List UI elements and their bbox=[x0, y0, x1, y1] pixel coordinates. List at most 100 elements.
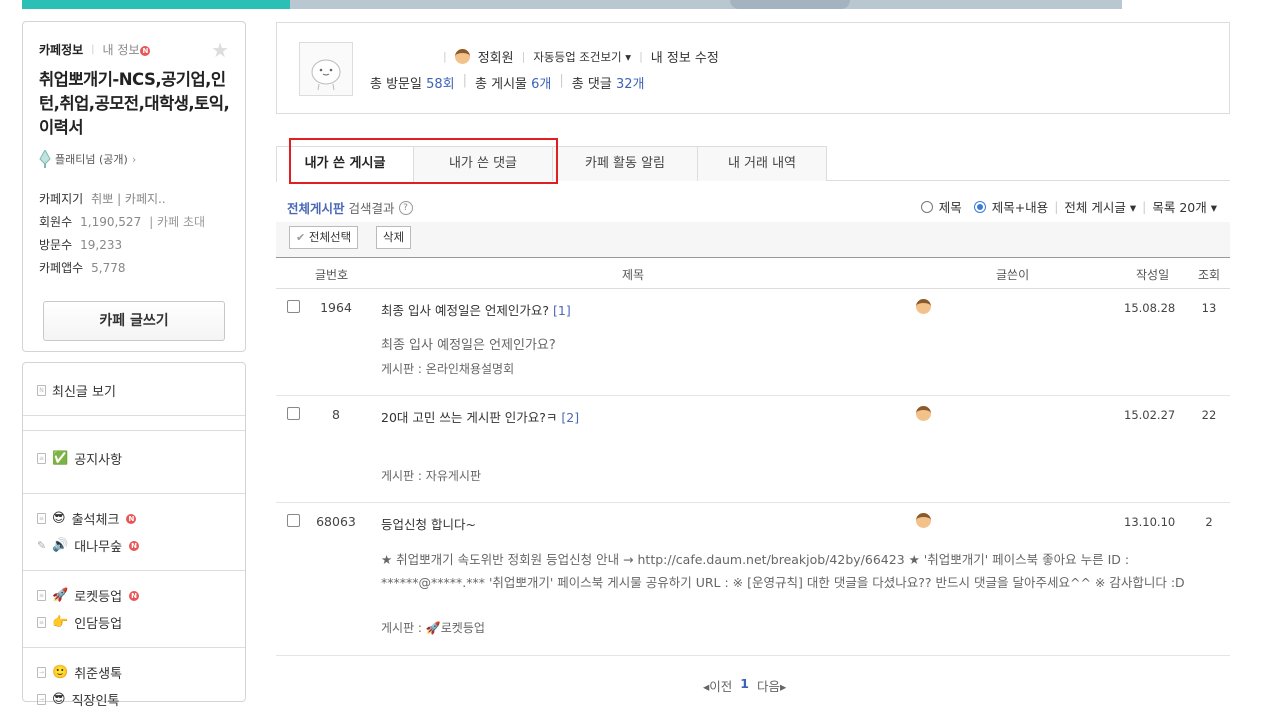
post-board[interactable]: 게시판 : 온라인채용설명회 bbox=[381, 360, 514, 377]
writer-icon[interactable] bbox=[916, 513, 931, 529]
check-icon: ✔ bbox=[296, 231, 306, 244]
stat-value: 19,233 bbox=[80, 238, 123, 252]
list-toolbar: ✔ 전체선택 삭제 bbox=[276, 222, 1230, 257]
cafe-write-button[interactable]: 카페 글쓰기 bbox=[43, 301, 225, 341]
menu-label: 출석체크 bbox=[71, 513, 120, 528]
delete-button[interactable]: 삭제 bbox=[376, 226, 412, 249]
select-all-button[interactable]: ✔ 전체선택 bbox=[289, 226, 359, 249]
default-avatar-icon bbox=[311, 59, 341, 91]
member-level-icon bbox=[916, 513, 931, 528]
cafe-grade-label: 플래티넘 (공개) bbox=[55, 153, 128, 166]
menu-item-notice[interactable]: ≡ ✅ 공지사항 bbox=[23, 445, 245, 472]
post-date: 13.10.10 bbox=[1124, 515, 1176, 529]
col-views: 조회 bbox=[1198, 268, 1221, 282]
table-header: 글번호 제목 글쓴이 작성일 조회 bbox=[276, 257, 1230, 289]
row-checkbox[interactable] bbox=[287, 407, 300, 420]
stat-label: 카페앱수 bbox=[39, 261, 84, 275]
menu-item-latest[interactable]: N 최신글 보기 bbox=[23, 365, 245, 415]
post-subject[interactable]: 등업신청 합니다~ bbox=[381, 514, 476, 533]
list-size-dropdown[interactable]: 목록 20개 ▾ bbox=[1152, 197, 1217, 216]
col-num: 글번호 bbox=[315, 268, 349, 282]
avatar bbox=[299, 42, 353, 96]
menu-label: 로켓등업 bbox=[74, 590, 123, 605]
new-badge: N bbox=[129, 540, 140, 551]
new-icon: N bbox=[37, 384, 46, 396]
menu-item-bamboo[interactable]: ✎ 🔊 대나무숲 N bbox=[23, 532, 245, 559]
menu-item-jobprep[interactable]: → 🙂 취준생톡 bbox=[23, 659, 245, 686]
radio-title[interactable] bbox=[920, 200, 933, 213]
stat-label: 카페지기 bbox=[39, 192, 84, 206]
row-checkbox[interactable] bbox=[287, 514, 300, 527]
stat-row-members: 회원수 1,190,527 | 카페 초대 bbox=[39, 211, 205, 234]
visits-value: 58회 bbox=[426, 77, 455, 92]
post-board[interactable]: 게시판 : 🚀로켓등업 bbox=[381, 619, 485, 636]
stat-value[interactable]: 취뽀 | 카페지.. bbox=[91, 188, 166, 211]
divider: | bbox=[559, 73, 564, 88]
menu-label: 최신글 보기 bbox=[52, 384, 116, 400]
post-preview[interactable]: ★ 취업뽀개기 속도위반 정회원 등업신청 안내 → http://cafe.d… bbox=[381, 548, 1221, 594]
member-level-icon bbox=[916, 299, 931, 314]
auto-levelup-link[interactable]: 자동등업 조건보기 ▾ bbox=[533, 49, 631, 65]
top-banner-left bbox=[22, 0, 290, 9]
all-posts-dropdown[interactable]: 전체 게시글 ▾ bbox=[1064, 197, 1136, 216]
table-row: 1964 최종 입사 예정일은 언제인가요? [1] 15.08.28 13 최… bbox=[276, 289, 1230, 396]
menu-item-rocket[interactable]: ≡ 🚀 로켓등업 N bbox=[23, 582, 245, 609]
favorite-star-icon[interactable]: ★ bbox=[211, 38, 229, 62]
new-badge: N bbox=[140, 46, 151, 56]
menu-label: 인담등업 bbox=[74, 617, 123, 632]
stat-row-owner: 카페지기 취뽀 | 카페지.. bbox=[39, 188, 205, 211]
post-preview[interactable]: 최종 입사 예정일은 언제인가요? bbox=[381, 334, 1221, 357]
tab-divider: | bbox=[91, 44, 95, 55]
post-subject[interactable]: 20대 고민 쓰는 게시판 인가요?ㅋ [2] bbox=[381, 407, 579, 426]
stat-row-app: 카페앱수 5,778 bbox=[39, 257, 205, 280]
smile-icon: 🙂 bbox=[52, 665, 69, 680]
tab-my-info[interactable]: 내 정보 N bbox=[103, 41, 151, 58]
tab-cafe-notifications[interactable]: 카페 활동 알림 bbox=[552, 146, 698, 181]
prev-page-link[interactable]: ◂이전 bbox=[703, 676, 732, 695]
cafe-invite-link[interactable]: | 카페 초대 bbox=[149, 211, 205, 234]
comments-label: 총 댓글 bbox=[571, 77, 612, 92]
profile-stats-line: 총 방문일 58회 | 총 게시물 6개 | 총 댓글 32개 bbox=[370, 73, 644, 92]
help-icon[interactable]: ? bbox=[398, 200, 413, 215]
menu-item-indam[interactable]: ≡ 👉 인담등업 bbox=[23, 609, 245, 636]
stat-label: 회원수 bbox=[39, 215, 73, 229]
search-filters: 제목 제목+내용 | 전체 게시글 ▾ | 목록 20개 ▾ bbox=[920, 197, 1217, 216]
post-title[interactable]: 20대 고민 쓰는 게시판 인가요?ㅋ bbox=[381, 410, 557, 425]
post-title[interactable]: 등업신청 합니다~ bbox=[381, 517, 476, 532]
chat-board-icon: → bbox=[37, 667, 46, 678]
profile-box: | 정회원 | 자동등업 조건보기 ▾ | 내 정보 수정 총 방문일 58회 … bbox=[276, 22, 1230, 114]
comment-count[interactable]: [2] bbox=[561, 410, 579, 425]
edit-info-link[interactable]: 내 정보 수정 bbox=[651, 47, 719, 66]
current-page[interactable]: 1 bbox=[740, 676, 749, 695]
row-checkbox[interactable] bbox=[287, 300, 300, 313]
post-board[interactable]: 게시판 : 자유게시판 bbox=[381, 467, 481, 484]
menu-item-jobworker[interactable]: → 😎 직장인톡 bbox=[23, 686, 245, 713]
divider: | bbox=[1054, 199, 1059, 214]
tab-my-trades[interactable]: 내 거래 내역 bbox=[697, 146, 827, 181]
search-result-title: 전체게시판 검색결과 ? bbox=[287, 198, 413, 217]
menu-group-levelup: ≡ 🚀 로켓등업 N ≡ 👉 인담등업 bbox=[23, 571, 245, 648]
tab-cafe-info[interactable]: 카페정보 bbox=[39, 41, 83, 58]
writer-icon[interactable] bbox=[916, 406, 931, 422]
menu-item-attendance[interactable]: ≡ 😎 출석체크 N bbox=[23, 505, 245, 532]
new-badge: N bbox=[129, 590, 140, 601]
cafe-grade[interactable]: 플래티넘 (공개) › bbox=[39, 150, 136, 168]
pagination: ◂이전 1 다음▸ bbox=[703, 676, 786, 695]
rocket-icon: 🚀 bbox=[52, 588, 69, 603]
member-level-icon bbox=[916, 406, 931, 421]
board-name: 전체게시판 bbox=[287, 201, 345, 216]
next-page-link[interactable]: 다음▸ bbox=[757, 676, 786, 695]
menu-group-community: ≡ 😎 출석체크 N ✎ 🔊 대나무숲 N bbox=[23, 494, 245, 571]
post-title[interactable]: 최종 입사 예정일은 언제인가요? bbox=[381, 303, 549, 318]
radio-title-content[interactable] bbox=[973, 200, 986, 213]
radio-title-content-label: 제목+내용 bbox=[991, 200, 1049, 215]
menu-group-latest: N 최신글 보기 bbox=[23, 363, 245, 416]
stat-value: 1,190,527 bbox=[80, 215, 142, 229]
post-subject[interactable]: 최종 입사 예정일은 언제인가요? [1] bbox=[381, 300, 571, 319]
comment-count[interactable]: [1] bbox=[553, 303, 571, 318]
writer-icon[interactable] bbox=[916, 299, 931, 315]
comments-value: 32개 bbox=[615, 77, 645, 92]
stat-row-visits: 방문수 19,233 bbox=[39, 234, 205, 257]
cafe-name[interactable]: 취업뽀개기-NCS,공기업,인턴,취업,공모전,대학생,토익,이력서 bbox=[39, 68, 235, 140]
member-level: 정회원 bbox=[477, 51, 514, 66]
